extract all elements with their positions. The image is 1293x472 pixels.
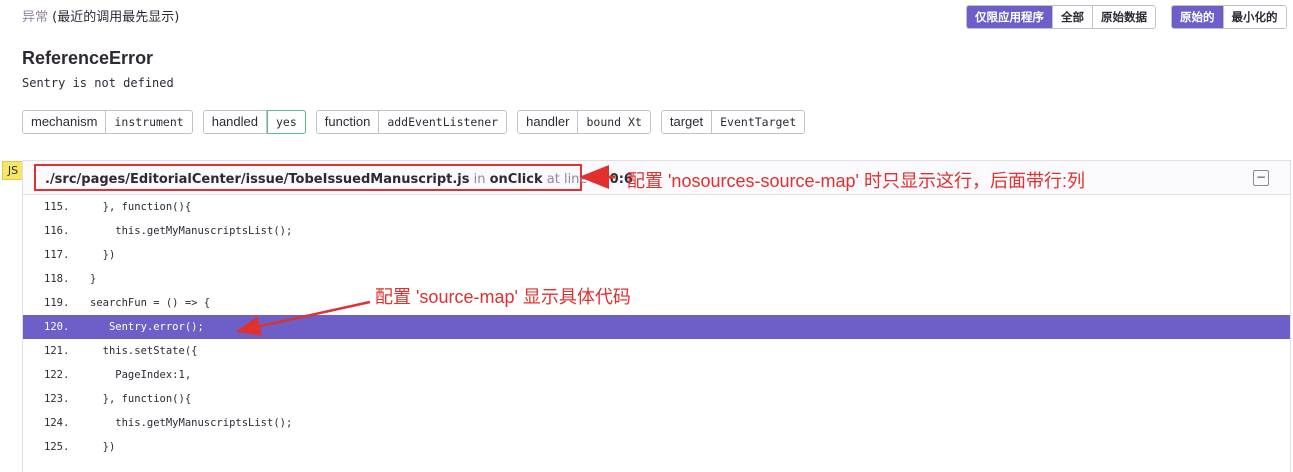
code-line: 123. }, function(){ xyxy=(23,387,1290,411)
tag-mechanism[interactable]: mechanism instrument xyxy=(22,110,193,134)
tag-function[interactable]: function addEventListener xyxy=(315,110,508,134)
code-line: 118.} xyxy=(23,267,1290,291)
line-code: Sentry.error(); xyxy=(90,321,204,333)
stacktrace-filter-group: 仅限应用程序 全部 原始数据 xyxy=(966,5,1156,29)
tag-key: mechanism xyxy=(23,111,107,133)
line-code: PageIndex:1, xyxy=(90,369,192,381)
code-line: 115. }, function(){ xyxy=(23,195,1290,219)
js-platform-icon: JS xyxy=(2,161,24,180)
frame-function: onClick xyxy=(489,172,543,187)
line-number: 118. xyxy=(44,273,70,285)
line-code: this.getMyManuscriptsList(); xyxy=(90,225,293,237)
line-code: }, function(){ xyxy=(90,201,192,213)
code-line: 122. PageIndex:1, xyxy=(23,363,1290,387)
line-code: }) xyxy=(90,249,116,261)
original-view-button[interactable]: 原始的 xyxy=(1172,6,1223,28)
line-code: searchFun = () => { xyxy=(90,297,211,309)
source-context: 115. }, function(){116. this.getMyManusc… xyxy=(23,195,1290,459)
mechanism-tags: mechanism instrument handled yes functio… xyxy=(22,110,806,134)
exception-header-subtitle: (最近的调用最先显示) xyxy=(52,10,180,25)
tag-handled[interactable]: handled yes xyxy=(202,110,306,134)
frame-in-label: in xyxy=(473,172,486,187)
annotation-nosources: 配置 'nosources-source-map' 时只显示这行，后面带行:列 xyxy=(627,171,1085,191)
tag-key: handler xyxy=(518,111,579,133)
code-line: 117. }) xyxy=(23,243,1290,267)
tag-handler[interactable]: handler bound Xt xyxy=(517,110,651,134)
line-number: 120. xyxy=(44,321,70,333)
app-only-button[interactable]: 仅限应用程序 xyxy=(967,6,1052,28)
tag-key: function xyxy=(317,111,380,133)
tag-key: target xyxy=(662,111,713,133)
annotation-source-map: 配置 'source-map' 显示具体代码 xyxy=(375,287,631,307)
line-number: 125. xyxy=(44,441,70,453)
line-number: 119. xyxy=(44,297,70,309)
tag-key: handled xyxy=(204,111,267,133)
tag-value: bound Xt xyxy=(586,115,642,129)
line-number: 124. xyxy=(44,417,70,429)
line-number: 122. xyxy=(44,369,70,381)
collapse-toggle-icon[interactable]: − xyxy=(1253,170,1269,186)
all-frames-button[interactable]: 全部 xyxy=(1052,6,1092,28)
code-line: 116. this.getMyManuscriptsList(); xyxy=(23,219,1290,243)
minified-view-button[interactable]: 最小化的 xyxy=(1222,6,1286,28)
code-line: 124. this.getMyManuscriptsList(); xyxy=(23,411,1290,435)
raw-data-button[interactable]: 原始数据 xyxy=(1092,6,1155,28)
line-code: this.getMyManuscriptsList(); xyxy=(90,417,293,429)
stacktrace-view-group: 原始的 最小化的 xyxy=(1171,5,1287,29)
line-code: } xyxy=(90,273,97,285)
line-number: 121. xyxy=(44,345,70,357)
stack-frame-title: ./src/pages/EditorialCenter/issue/TobeIs… xyxy=(34,164,633,191)
tag-value: addEventListener xyxy=(387,115,499,129)
code-line: 125. }) xyxy=(23,435,1290,459)
frame-at-line-label: at line xyxy=(546,172,588,187)
highlighted-code-line: 120. Sentry.error(); xyxy=(23,315,1290,339)
exception-message: Sentry is not defined xyxy=(22,76,174,90)
stack-frame: ./src/pages/EditorialCenter/issue/TobeIs… xyxy=(22,160,1291,472)
frame-filename: ./src/pages/EditorialCenter/issue/TobeIs… xyxy=(45,172,470,187)
exception-header: 异常 (最近的调用最先显示) xyxy=(22,6,179,25)
line-code: }) xyxy=(90,441,116,453)
line-number: 123. xyxy=(44,393,70,405)
tag-value: EventTarget xyxy=(720,115,797,129)
line-number: 116. xyxy=(44,225,70,237)
code-line: 121. this.setState({ xyxy=(23,339,1290,363)
tag-target[interactable]: target EventTarget xyxy=(660,110,806,134)
tag-value: yes xyxy=(267,110,306,134)
exception-type: ReferenceError xyxy=(22,48,154,68)
exception-header-title: 异常 xyxy=(22,10,49,25)
line-code: this.setState({ xyxy=(90,345,198,357)
line-code: }, function(){ xyxy=(90,393,192,405)
line-number: 117. xyxy=(44,249,70,261)
tag-value: instrument xyxy=(114,115,184,129)
code-line: 119. searchFun = () => { xyxy=(23,291,1290,315)
line-number: 115. xyxy=(44,201,70,213)
